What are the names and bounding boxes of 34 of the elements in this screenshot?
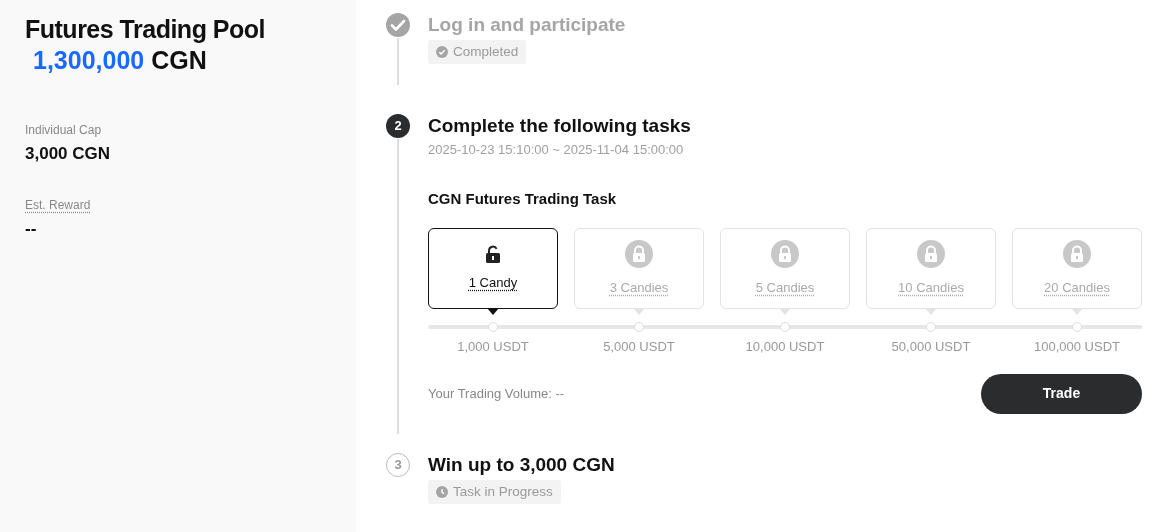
trading-volume: Your Trading Volume: --: [428, 385, 565, 404]
reward-label: 1 Candy: [468, 274, 518, 293]
status-badge: Task in Progress: [428, 479, 561, 504]
threshold-label: 1,000 USDT: [456, 338, 530, 357]
step-number: 3: [386, 452, 410, 477]
step-title: Win up to 3,000 CGN: [428, 452, 616, 477]
stat-label: Individual Cap: [25, 121, 102, 139]
stat-value: 3,000 CGN: [25, 142, 112, 165]
step-number: 2: [386, 113, 410, 138]
step-title: Log in and participate: [428, 13, 627, 37]
reward-label: 3 Candies: [609, 279, 669, 298]
pointer-icon: [925, 308, 937, 316]
clock-icon: [436, 485, 448, 498]
stat-value: --: [25, 218, 38, 240]
pool-amount: 1,300,000 CGN: [32, 45, 208, 77]
pointer-icon: [633, 308, 645, 316]
check-icon: [436, 45, 448, 58]
threshold-label: 50,000 USDT: [890, 338, 972, 357]
pointer-icon: [487, 308, 499, 316]
task-title: CGN Futures Trading Task: [428, 188, 618, 209]
reward-label: 10 Candies: [898, 279, 964, 298]
reward-label: 5 Candies: [755, 279, 815, 298]
threshold-label: 100,000 USDT: [1033, 338, 1121, 357]
pool-title: Futures Trading Pool: [25, 14, 266, 45]
reward-label: 20 Candies: [1044, 279, 1110, 298]
date-range: 2025-10-23 15:10:00 ~ 2025-11-04 15:00:00: [428, 141, 685, 160]
pointer-icon: [779, 308, 791, 316]
threshold-label: 10,000 USDT: [744, 338, 826, 357]
step-title: Complete the following tasks: [428, 113, 692, 138]
stat-label: Est. Reward: [25, 197, 91, 214]
trade-button[interactable]: Trade: [981, 373, 1142, 414]
pointer-icon: [1071, 308, 1083, 316]
status-badge: Completed: [428, 39, 527, 64]
threshold-label: 5,000 USDT: [602, 338, 676, 357]
